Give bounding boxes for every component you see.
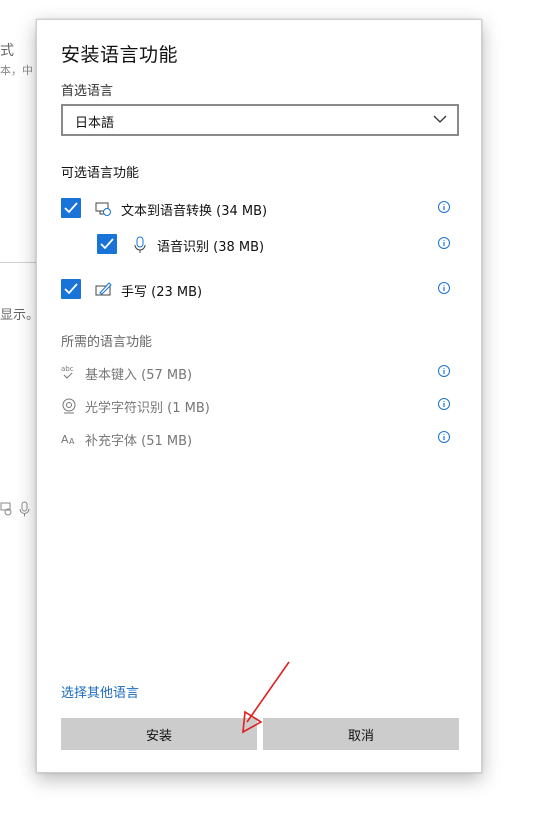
optional-features-title: 可选语言功能: [61, 166, 140, 181]
abc-typing-icon: abc: [61, 365, 74, 379]
screen: 式 本，中 显示。 安装语言功能 首选语言 日本語 可选语言功能 文本到语音转换…: [0, 0, 552, 838]
preferred-language-dropdown[interactable]: 日本語: [61, 104, 459, 136]
speech-recognition-label: 语音识别 (38 MB): [157, 240, 265, 255]
required-row-ocr: 光学字符识别 (1 MB): [61, 395, 459, 419]
handwriting-label: 手写 (23 MB): [121, 285, 203, 300]
required-row-supplemental-fonts: A A 补充字体 (51 MB): [61, 428, 459, 452]
install-language-features-dialog: 安装语言功能 首选语言 日本語 可选语言功能 文本到语音转换 (34 MB) 语…: [36, 19, 482, 773]
feature-row-speech-recognition: 语音识别 (38 MB): [61, 234, 459, 258]
info-icon[interactable]: [437, 236, 451, 250]
ocr-label: 光学字符识别 (1 MB): [85, 401, 210, 416]
install-button[interactable]: 安装: [61, 718, 257, 750]
microphone-icon: [134, 236, 146, 253]
choose-other-language-link[interactable]: 选择其他语言: [61, 682, 139, 701]
svg-text:A: A: [61, 433, 69, 446]
dialog-title: 安装语言功能: [61, 44, 179, 66]
preferred-language-value: 日本語: [75, 116, 115, 131]
cancel-button[interactable]: 取消: [263, 718, 459, 750]
camera-ocr-icon: [62, 398, 76, 414]
feature-row-text-to-speech: 文本到语音转换 (34 MB): [61, 198, 459, 222]
info-icon[interactable]: [437, 397, 451, 411]
feature-row-handwriting: 手写 (23 MB): [61, 279, 459, 303]
info-icon[interactable]: [437, 200, 451, 214]
background-divider: [0, 262, 36, 263]
required-row-basic-typing: abc 基本键入 (57 MB): [61, 362, 459, 386]
speech-recognition-checkbox[interactable]: [97, 234, 117, 254]
preferred-language-label: 首选语言: [61, 84, 114, 99]
handwriting-icon: [95, 282, 112, 296]
info-icon[interactable]: [437, 430, 451, 444]
chevron-down-icon: [433, 115, 447, 123]
info-icon[interactable]: [437, 281, 451, 295]
background-text-3: 显示。: [0, 308, 40, 323]
svg-text:A: A: [69, 437, 75, 446]
background-icons: [0, 500, 36, 521]
text-to-speech-label: 文本到语音转换 (34 MB): [121, 204, 268, 219]
required-features-title: 所需的语言功能: [61, 335, 153, 350]
supplemental-fonts-label: 补充字体 (51 MB): [85, 434, 193, 449]
font-aa-icon: A A: [61, 433, 75, 446]
background-text-1: 式: [0, 43, 14, 59]
background-text-2: 本，中: [0, 64, 33, 77]
handwriting-checkbox[interactable]: [61, 279, 81, 299]
svg-text:abc: abc: [61, 365, 74, 373]
basic-typing-label: 基本键入 (57 MB): [85, 368, 193, 383]
text-to-speech-checkbox[interactable]: [61, 198, 81, 218]
info-icon[interactable]: [437, 364, 451, 378]
text-to-speech-icon: [95, 202, 111, 216]
